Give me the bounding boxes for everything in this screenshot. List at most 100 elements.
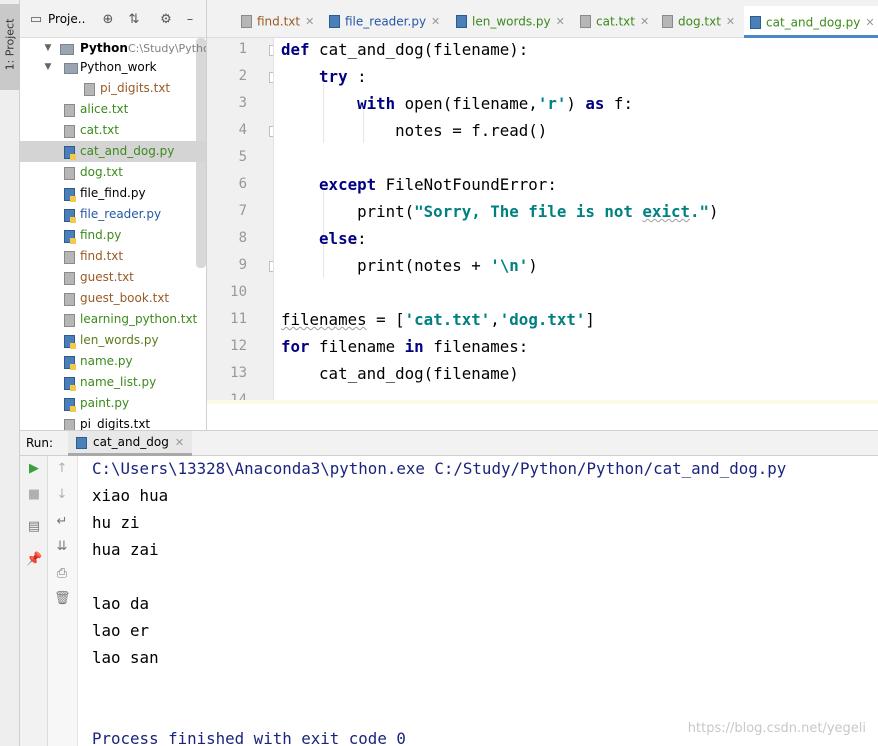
layout-icon[interactable]: ▤	[26, 519, 42, 535]
line-number: 9	[238, 257, 247, 273]
soft-wrap-icon[interactable]: ↵	[54, 514, 70, 530]
tree-item-label: pi_digits.txt	[100, 81, 171, 95]
python-file-icon	[64, 377, 76, 391]
python-file-icon	[64, 230, 76, 244]
chevron-down-icon[interactable]: ▼	[42, 57, 54, 78]
project-tool-tab-label: 1: Project	[3, 18, 17, 71]
tree-item-selected[interactable]: cat_and_dog.py	[20, 141, 206, 162]
line-number: 13	[230, 365, 247, 381]
tree-item-folder[interactable]: ▼ Python_work	[20, 57, 206, 78]
project-panel: ▭ Proje.. ⊕ ⇅ ⚙ – ▼ Python C:\Study\Pyth…	[20, 0, 207, 430]
locate-file-icon[interactable]: ⊕	[100, 12, 116, 28]
tree-item[interactable]: guest_book.txt	[20, 288, 206, 309]
run-panel-header: Run: cat_and_dog ✕	[20, 430, 878, 456]
console-line: lao da	[92, 594, 150, 613]
tab-label: dog.txt	[678, 14, 721, 29]
python-file-icon	[64, 335, 76, 349]
code-line-12: for filename in filenames:	[281, 337, 529, 356]
tree-item[interactable]: name.py	[20, 351, 206, 372]
close-icon[interactable]: ✕	[556, 15, 565, 28]
project-tool-tab[interactable]: 1: Project	[0, 4, 20, 90]
tree-item[interactable]: name_list.py	[20, 372, 206, 393]
python-file-icon	[64, 188, 76, 202]
tree-item[interactable]: guest.txt	[20, 267, 206, 288]
arrow-down-icon[interactable]: ↓	[54, 487, 70, 503]
run-toolbar: ▶ ■ ▤ 📌	[20, 456, 48, 746]
tab-dog-txt[interactable]: dog.txt ✕	[662, 10, 735, 32]
line-number: 8	[238, 230, 247, 246]
close-icon[interactable]: ✕	[305, 15, 314, 28]
console-line: C:\Users\13328\Anaconda3\python.exe C:/S…	[92, 459, 787, 478]
close-icon[interactable]: ✕	[726, 15, 735, 28]
tree-item[interactable]: find.py	[20, 225, 206, 246]
tab-len-words-py[interactable]: len_words.py ✕	[456, 10, 565, 32]
line-number: 1	[238, 41, 247, 57]
gear-icon[interactable]: ⚙	[158, 12, 174, 28]
tab-label: find.txt	[257, 14, 301, 29]
run-label: Run:	[26, 436, 54, 450]
tree-item[interactable]: file_reader.py	[20, 204, 206, 225]
collapse-all-icon[interactable]: ⇅	[126, 12, 142, 28]
code-editor[interactable]: def cat_and_dog(filename): try : with op…	[274, 38, 878, 400]
tab-find-txt[interactable]: find.txt ✕	[241, 10, 314, 32]
tab-cat-txt[interactable]: cat.txt ✕	[580, 10, 649, 32]
run-tab[interactable]: cat_and_dog ✕	[68, 431, 193, 456]
code-line-9: print(notes + '\n')	[281, 256, 538, 275]
tree-item[interactable]: file_find.py	[20, 183, 206, 204]
line-number: 6	[238, 176, 247, 192]
line-number: 3	[238, 95, 247, 111]
tree-item[interactable]: paint.py	[20, 393, 206, 414]
console-output[interactable]: C:\Users\13328\Anaconda3\python.exe C:/S…	[78, 456, 878, 746]
tool-window-strip-lower	[0, 430, 20, 746]
tree-item-label: len_words.py	[80, 333, 159, 347]
project-panel-title[interactable]: Proje..	[48, 12, 85, 26]
trash-icon[interactable]: 🗑	[54, 591, 71, 607]
close-icon[interactable]: ✕	[175, 436, 184, 449]
chevron-down-icon[interactable]: ▼	[42, 38, 54, 59]
code-line-1: def cat_and_dog(filename):	[281, 40, 529, 59]
tree-item[interactable]: find.txt	[20, 246, 206, 267]
line-number: 12	[230, 338, 247, 354]
tab-label: file_reader.py	[345, 14, 427, 29]
arrow-up-icon[interactable]: ↑	[54, 461, 70, 477]
close-icon[interactable]: ✕	[431, 15, 440, 28]
tree-item-path: C:\Study\Python\	[128, 42, 206, 55]
tree-item[interactable]: len_words.py	[20, 330, 206, 351]
tree-item[interactable]: learning_python.txt	[20, 309, 206, 330]
stop-icon[interactable]: ■	[26, 487, 42, 503]
tree-item-label: guest.txt	[80, 270, 134, 284]
tree-item-label: dog.txt	[80, 165, 123, 179]
tree-item[interactable]: pi_digits.txt	[20, 78, 206, 99]
print-icon[interactable]: ⎙	[54, 566, 70, 582]
code-line-8: else:	[319, 229, 367, 248]
tree-item[interactable]: dog.txt	[20, 162, 206, 183]
rerun-icon[interactable]: ▶	[26, 461, 42, 477]
close-icon[interactable]: ✕	[865, 16, 874, 29]
tree-item[interactable]: cat.txt	[20, 120, 206, 141]
text-file-icon	[84, 83, 95, 96]
line-number: 2	[238, 68, 247, 84]
tree-item[interactable]: pi_digits.txt	[20, 414, 206, 430]
project-view-icon[interactable]: ▭	[28, 12, 44, 28]
tool-window-strip: 1: Project	[0, 0, 20, 430]
pin-icon[interactable]: 📌	[26, 552, 42, 568]
code-line-7: print("Sorry, The file is not exict.")	[281, 202, 719, 221]
code-line-13: cat_and_dog(filename)	[281, 364, 519, 383]
close-icon[interactable]: ✕	[640, 15, 649, 28]
python-file-icon	[76, 436, 87, 449]
scroll-to-end-icon[interactable]: ⇊	[54, 539, 70, 555]
text-file-icon	[64, 272, 75, 285]
tree-item-root[interactable]: ▼ Python C:\Study\Python\	[20, 38, 206, 59]
line-number: 4	[238, 122, 247, 138]
tab-label: len_words.py	[472, 14, 551, 29]
tab-file-reader-py[interactable]: file_reader.py ✕	[329, 10, 440, 32]
tree-item-label: learning_python.txt	[80, 312, 198, 326]
hide-panel-icon[interactable]: –	[182, 12, 198, 28]
watermark: https://blog.csdn.net/yegeli	[687, 721, 866, 736]
tree-item-label: pi_digits.txt	[80, 417, 151, 430]
tree-item-label: name_list.py	[80, 375, 157, 389]
text-file-icon	[64, 251, 75, 264]
tab-cat-and-dog-py[interactable]: cat_and_dog.py ✕	[744, 6, 878, 38]
tree-item[interactable]: alice.txt	[20, 99, 206, 120]
line-number: 14	[230, 392, 247, 400]
